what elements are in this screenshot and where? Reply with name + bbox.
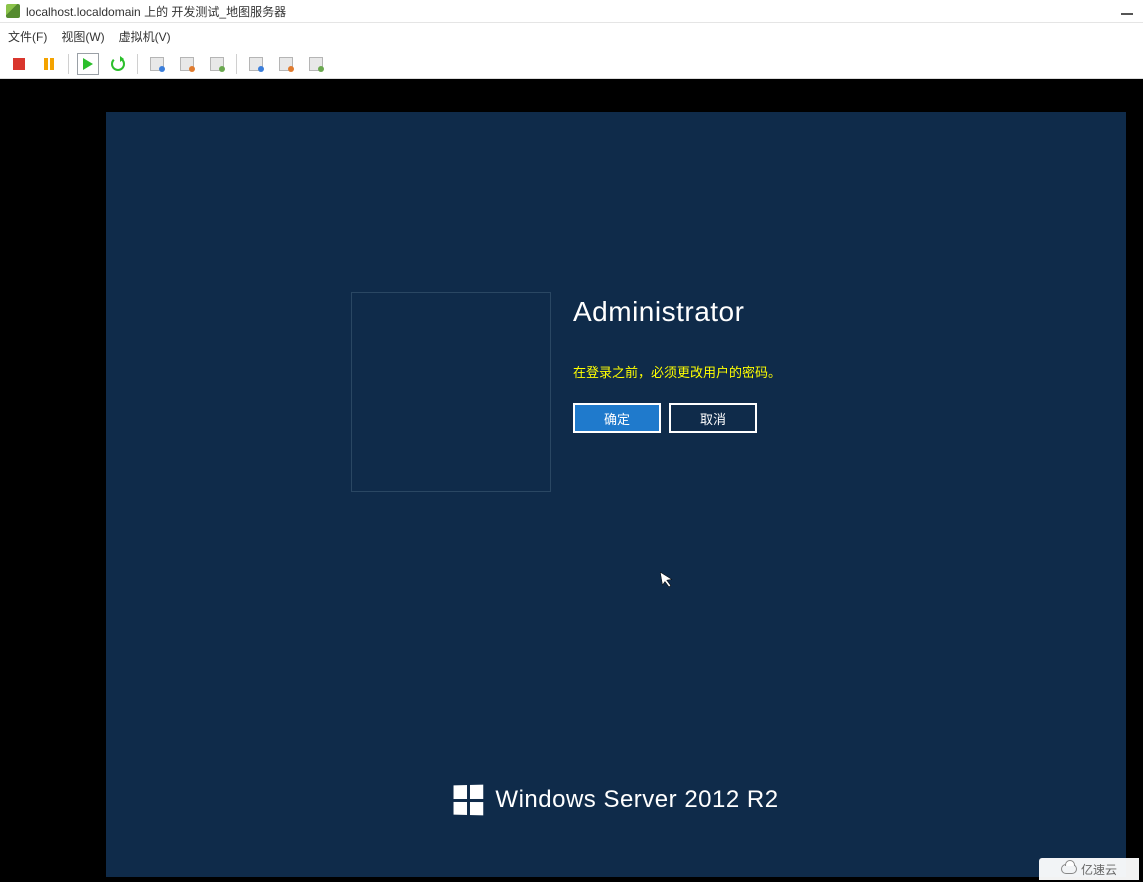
titlebar-left: localhost.localdomain 上的 开发测试_地图服务器: [6, 3, 286, 20]
product-name: Windows Server: [495, 786, 677, 813]
login-prompt: Administrator 在登录之前，必须更改用户的密码。 确定 取消: [351, 292, 781, 492]
cloud-icon: [1061, 864, 1077, 874]
login-panel: Administrator 在登录之前，必须更改用户的密码。 确定 取消: [573, 292, 781, 492]
product-version: 2012 R2: [684, 786, 778, 813]
vm-console[interactable]: Administrator 在登录之前，必须更改用户的密码。 确定 取消 Win…: [0, 79, 1143, 882]
toolbar-separator: [137, 54, 138, 74]
os-branding: Windows Server 2012 R2: [106, 785, 1126, 815]
watermark-text: 亿速云: [1081, 861, 1117, 878]
windows-logo-icon: [454, 785, 484, 816]
power-on-button[interactable]: [77, 53, 99, 75]
revert-icon: [210, 57, 224, 71]
snapshot-icon: [150, 57, 164, 71]
revert-snapshot-button[interactable]: [206, 53, 228, 75]
cdrom-icon: [249, 57, 263, 71]
play-icon: [83, 58, 93, 70]
mouse-cursor-icon: [659, 569, 677, 594]
ok-button[interactable]: 确定: [573, 403, 661, 433]
power-off-button[interactable]: [8, 53, 30, 75]
usb-button[interactable]: [305, 53, 327, 75]
snapshot-manager-button[interactable]: [176, 53, 198, 75]
vsphere-app-icon: [6, 4, 20, 18]
pause-icon: [43, 58, 55, 70]
toolbar-separator: [68, 54, 69, 74]
window-controls: [1121, 7, 1139, 15]
title-bar: localhost.localdomain 上的 开发测试_地图服务器: [0, 0, 1143, 23]
toolbar: [0, 49, 1143, 79]
guest-screen[interactable]: Administrator 在登录之前，必须更改用户的密码。 确定 取消 Win…: [106, 112, 1126, 877]
menu-file[interactable]: 文件(F): [8, 28, 47, 45]
toolbar-separator: [236, 54, 237, 74]
login-buttons: 确定 取消: [573, 403, 781, 433]
snapshot-button[interactable]: [146, 53, 168, 75]
watermark: 亿速云: [1039, 858, 1139, 880]
floppy-icon: [279, 57, 293, 71]
menu-vm[interactable]: 虚拟机(V): [119, 28, 171, 45]
menu-view[interactable]: 视图(W): [61, 28, 104, 45]
refresh-icon: [111, 57, 125, 71]
window-title: localhost.localdomain 上的 开发测试_地图服务器: [26, 3, 286, 20]
os-name-label: Windows Server 2012 R2: [495, 786, 778, 814]
snapshot-manager-icon: [180, 57, 194, 71]
floppy-button[interactable]: [275, 53, 297, 75]
suspend-button[interactable]: [38, 53, 60, 75]
menu-bar: 文件(F) 视图(W) 虚拟机(V): [0, 23, 1143, 49]
usb-icon: [309, 57, 323, 71]
reset-button[interactable]: [107, 53, 129, 75]
minimize-button[interactable]: [1121, 13, 1133, 15]
user-avatar: [351, 292, 551, 492]
password-change-warning: 在登录之前，必须更改用户的密码。: [573, 362, 781, 381]
stop-icon: [13, 58, 25, 70]
cdrom-button[interactable]: [245, 53, 267, 75]
cancel-button[interactable]: 取消: [669, 403, 757, 433]
username-label: Administrator: [573, 296, 781, 328]
